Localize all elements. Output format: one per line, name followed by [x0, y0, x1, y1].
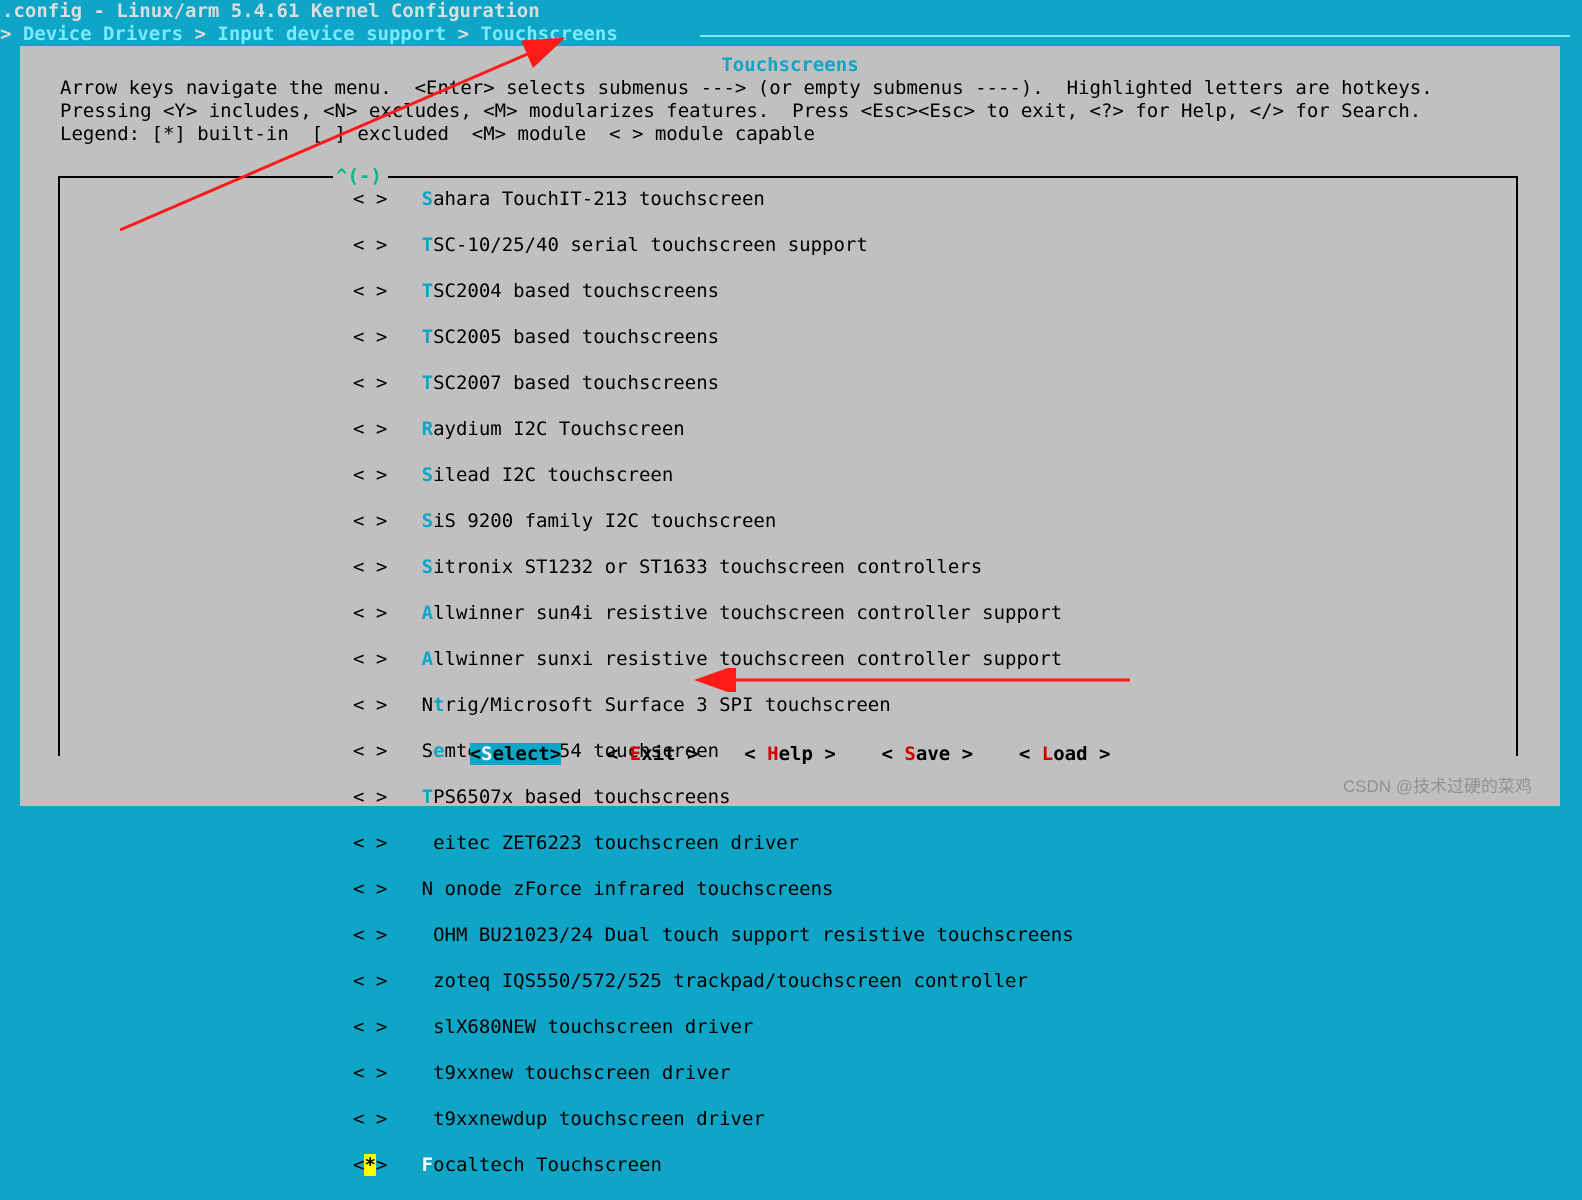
menu-item[interactable]: < > gt9xxnewdup touchscreen driver — [353, 1108, 1074, 1131]
box-border — [58, 176, 333, 178]
menu-item[interactable]: < > TSC2004 based touchscreens — [353, 280, 1074, 303]
help-text: Arrow keys navigate the menu. <Enter> se… — [60, 77, 1520, 146]
breadcrumb-item[interactable]: Touchscreens — [480, 23, 617, 45]
menu-item[interactable]: < > Sahara TouchIT-213 touchscreen — [353, 188, 1074, 211]
menu-item[interactable]: < > Ntrig/Microsoft Surface 3 SPI touchs… — [353, 694, 1074, 717]
menu-item[interactable]: < > Zeitec ZET6223 touchscreen driver — [353, 832, 1074, 855]
menu-item[interactable]: < > Allwinner sun4i resistive touchscree… — [353, 602, 1074, 625]
menu-item[interactable]: < > ROHM BU21023/24 Dual touch support r… — [353, 924, 1074, 947]
terminal: .config - Linux/arm 5.4.61 Kernel Config… — [0, 0, 1582, 814]
menu-listbox[interactable]: ^(-) < > Sahara TouchIT-213 touchscreen … — [58, 176, 1518, 756]
breadcrumb-sep: > — [0, 23, 23, 45]
breadcrumb-sep: > — [446, 23, 480, 45]
menu-item[interactable]: < > Allwinner sunxi resistive touchscree… — [353, 648, 1074, 671]
menu-item[interactable]: < > Neonode zForce infrared touchscreens — [353, 878, 1074, 901]
window-title: .config - Linux/arm 5.4.61 Kernel Config… — [0, 0, 1582, 23]
menu-item[interactable]: < > TSC2005 based touchscreens — [353, 326, 1074, 349]
select-button[interactable]: <Select> — [470, 743, 562, 765]
help-button[interactable]: < Help > — [744, 743, 836, 765]
menu-item[interactable]: < > gslX680NEW touchscreen driver — [353, 1016, 1074, 1039]
box-border — [58, 176, 60, 756]
menu-item[interactable]: < > gt9xxnew touchscreen driver — [353, 1062, 1074, 1085]
exit-button[interactable]: < Exit > — [607, 743, 699, 765]
box-border — [388, 176, 1518, 178]
menu-item[interactable]: < > TSC2007 based touchscreens — [353, 372, 1074, 395]
save-button[interactable]: < Save > — [882, 743, 974, 765]
button-bar: <Select> < Exit > < Help > < Save > < Lo… — [20, 743, 1560, 766]
watermark: CSDN @技术过硬的菜鸡 — [1343, 775, 1532, 798]
breadcrumb-divider — [700, 35, 1570, 37]
box-border — [1516, 176, 1518, 756]
menu-title: Touchscreens — [20, 54, 1560, 77]
load-button[interactable]: < Load > — [1019, 743, 1111, 765]
menu-item[interactable]: < > Raydium I2C Touchscreen — [353, 418, 1074, 441]
menu-item[interactable]: < > Azoteq IQS550/572/525 trackpad/touch… — [353, 970, 1074, 993]
breadcrumb-item[interactable]: Input device support — [217, 23, 446, 45]
breadcrumb-sep: > — [183, 23, 217, 45]
menu-item[interactable]: < > Sitronix ST1232 or ST1633 touchscree… — [353, 556, 1074, 579]
menu-item[interactable]: <*> Focaltech Touchscreen — [353, 1154, 1074, 1177]
menu-item[interactable]: < > TSC-10/25/40 serial touchscreen supp… — [353, 234, 1074, 257]
scroll-up-indicator: ^(-) — [336, 165, 382, 188]
title-text: .config - Linux/arm 5.4.61 Kernel Config… — [2, 0, 540, 22]
config-panel: Touchscreens Arrow keys navigate the men… — [20, 46, 1560, 806]
breadcrumb-item[interactable]: Device Drivers — [23, 23, 183, 45]
menu-item[interactable]: < > Silead I2C touchscreen — [353, 464, 1074, 487]
menu-items: < > Sahara TouchIT-213 touchscreen < > T… — [353, 188, 1074, 1200]
menu-item[interactable]: < > SiS 9200 family I2C touchscreen — [353, 510, 1074, 533]
menu-item[interactable]: < > TPS6507x based touchscreens — [353, 786, 1074, 809]
